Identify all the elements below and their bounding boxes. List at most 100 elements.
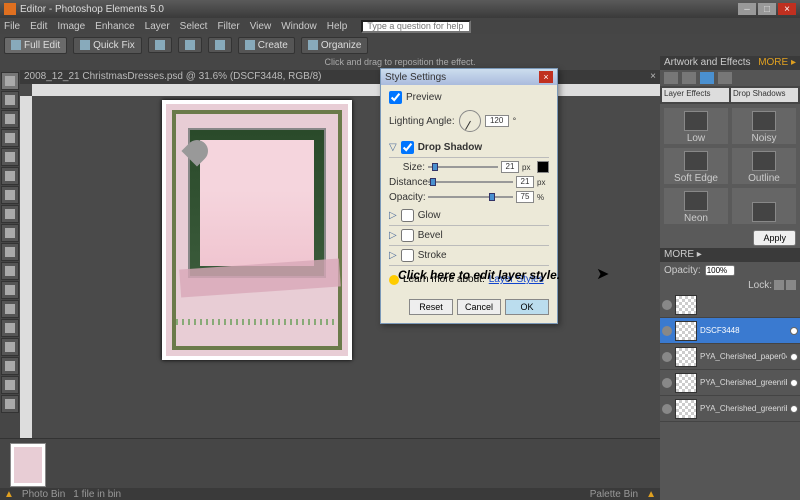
menu-view[interactable]: View — [250, 21, 272, 32]
menu-select[interactable]: Select — [180, 21, 208, 32]
glow-checkbox[interactable] — [401, 209, 414, 222]
swatch-noisy[interactable]: Noisy — [732, 108, 796, 144]
palette-bin-label[interactable]: Palette Bin — [590, 489, 638, 500]
swatch-low[interactable]: Low — [664, 108, 728, 144]
tool-type[interactable] — [1, 205, 19, 223]
help-search-input[interactable] — [361, 20, 471, 33]
layers-more-button[interactable]: MORE ▸ — [664, 249, 702, 261]
tool-redeye[interactable] — [1, 262, 19, 280]
create-button[interactable]: Create — [238, 37, 295, 54]
disclose-icon[interactable]: ▽ — [389, 142, 397, 153]
menu-filter[interactable]: Filter — [217, 21, 239, 32]
tool-marquee[interactable] — [1, 148, 19, 166]
effects-more-button[interactable]: MORE ▸ — [758, 57, 796, 69]
menu-edit[interactable]: Edit — [30, 21, 47, 32]
shadow-color-swatch[interactable] — [537, 161, 549, 173]
cancel-button[interactable]: Cancel — [457, 299, 501, 315]
layer-style-indicator[interactable] — [790, 405, 798, 413]
full-edit-button[interactable]: Full Edit — [4, 37, 67, 54]
layer-row[interactable]: PYA_Cherished_greenribbon — [660, 370, 800, 396]
layer-row[interactable]: DSCF3448 — [660, 318, 800, 344]
preview-checkbox[interactable] — [389, 91, 402, 104]
tool-stamp[interactable] — [1, 300, 19, 318]
effects-style-dropdown[interactable]: Drop Shadows — [731, 88, 798, 102]
canvas-viewport[interactable] — [32, 96, 660, 438]
tool-wand[interactable] — [1, 186, 19, 204]
tool-zoom[interactable] — [1, 91, 19, 109]
print-button[interactable] — [148, 37, 172, 53]
drop-shadow-checkbox[interactable] — [401, 141, 414, 154]
disclose-icon[interactable]: ▷ — [389, 230, 397, 241]
swatch-neon[interactable]: Neon — [664, 188, 728, 224]
ok-button[interactable]: OK — [505, 299, 549, 315]
swatch-softedge[interactable]: Soft Edge — [664, 148, 728, 184]
layer-opacity-input[interactable] — [705, 265, 735, 276]
tool-crop[interactable] — [1, 224, 19, 242]
opacity-value[interactable]: 75 — [516, 191, 534, 203]
distance-value[interactable]: 21 — [516, 176, 534, 188]
size-value[interactable]: 21 — [501, 161, 519, 173]
effects-type-dropdown[interactable]: Layer Effects — [662, 88, 729, 102]
stroke-checkbox[interactable] — [401, 249, 414, 262]
disclose-icon[interactable]: ▷ — [389, 210, 397, 221]
tool-cookie[interactable] — [1, 243, 19, 261]
menu-image[interactable]: Image — [57, 21, 85, 32]
tool-heal[interactable] — [1, 281, 19, 299]
dialog-close-button[interactable]: × — [539, 71, 553, 83]
document-tab[interactable]: 2008_12_21 ChristmasDresses.psd @ 31.6% … — [20, 70, 660, 84]
minimize-button[interactable]: – — [738, 3, 756, 15]
tool-eraser[interactable] — [1, 338, 19, 356]
bevel-checkbox[interactable] — [401, 229, 414, 242]
layer-style-indicator[interactable] — [790, 353, 798, 361]
layer-style-indicator[interactable] — [790, 327, 798, 335]
visibility-icon[interactable] — [662, 404, 672, 414]
document-canvas[interactable] — [162, 100, 352, 360]
menu-enhance[interactable]: Enhance — [95, 21, 134, 32]
swatch-outline[interactable]: Outline — [732, 148, 796, 184]
layer-style-indicator[interactable] — [790, 379, 798, 387]
menu-help[interactable]: Help — [327, 21, 348, 32]
tool-hand[interactable] — [1, 110, 19, 128]
menu-window[interactable]: Window — [281, 21, 317, 32]
bin-thumbnail[interactable] — [10, 443, 46, 487]
tool-move[interactable] — [1, 72, 19, 90]
effects-tab-4[interactable] — [718, 72, 732, 84]
document-close-icon[interactable]: × — [650, 71, 656, 83]
visibility-icon[interactable] — [662, 352, 672, 362]
effects-tab-2[interactable] — [682, 72, 696, 84]
reset-button[interactable]: Reset — [409, 299, 453, 315]
tool-gradient[interactable] — [1, 376, 19, 394]
lighting-angle-input[interactable]: 120 — [485, 115, 509, 127]
tool-eyedropper[interactable] — [1, 129, 19, 147]
tool-shape[interactable] — [1, 395, 19, 413]
organize-button[interactable]: Organize — [301, 37, 369, 54]
layer-row[interactable]: PYA_Cherished_paper04 — [660, 344, 800, 370]
lock-all-icon[interactable] — [786, 280, 796, 290]
menu-layer[interactable]: Layer — [145, 21, 170, 32]
layer-row[interactable] — [660, 292, 800, 318]
tool-lasso[interactable] — [1, 167, 19, 185]
menu-file[interactable]: File — [4, 21, 20, 32]
opacity-slider[interactable] — [428, 196, 513, 198]
visibility-icon[interactable] — [662, 300, 672, 310]
quick-fix-button[interactable]: Quick Fix — [73, 37, 142, 54]
tool-brush[interactable] — [1, 319, 19, 337]
size-slider[interactable] — [428, 166, 498, 168]
attach-button[interactable] — [208, 37, 232, 53]
chevron-up-icon[interactable]: ▲ — [4, 489, 14, 500]
close-button[interactable]: × — [778, 3, 796, 15]
swatch-empty[interactable] — [732, 188, 796, 224]
layer-row[interactable]: PYA_Cherished_greenribbon1 ... — [660, 396, 800, 422]
save-button[interactable] — [178, 37, 202, 53]
lock-transparent-icon[interactable] — [774, 280, 784, 290]
photo-bin-label[interactable]: Photo Bin — [22, 489, 65, 500]
chevron-up-icon[interactable]: ▲ — [646, 489, 656, 500]
tool-bucket[interactable] — [1, 357, 19, 375]
visibility-icon[interactable] — [662, 326, 672, 336]
dialog-titlebar[interactable]: Style Settings × — [381, 69, 557, 85]
lighting-angle-dial[interactable] — [459, 110, 481, 132]
visibility-icon[interactable] — [662, 378, 672, 388]
maximize-button[interactable]: □ — [758, 3, 776, 15]
apply-button[interactable]: Apply — [753, 230, 796, 246]
disclose-icon[interactable]: ▷ — [389, 250, 397, 261]
